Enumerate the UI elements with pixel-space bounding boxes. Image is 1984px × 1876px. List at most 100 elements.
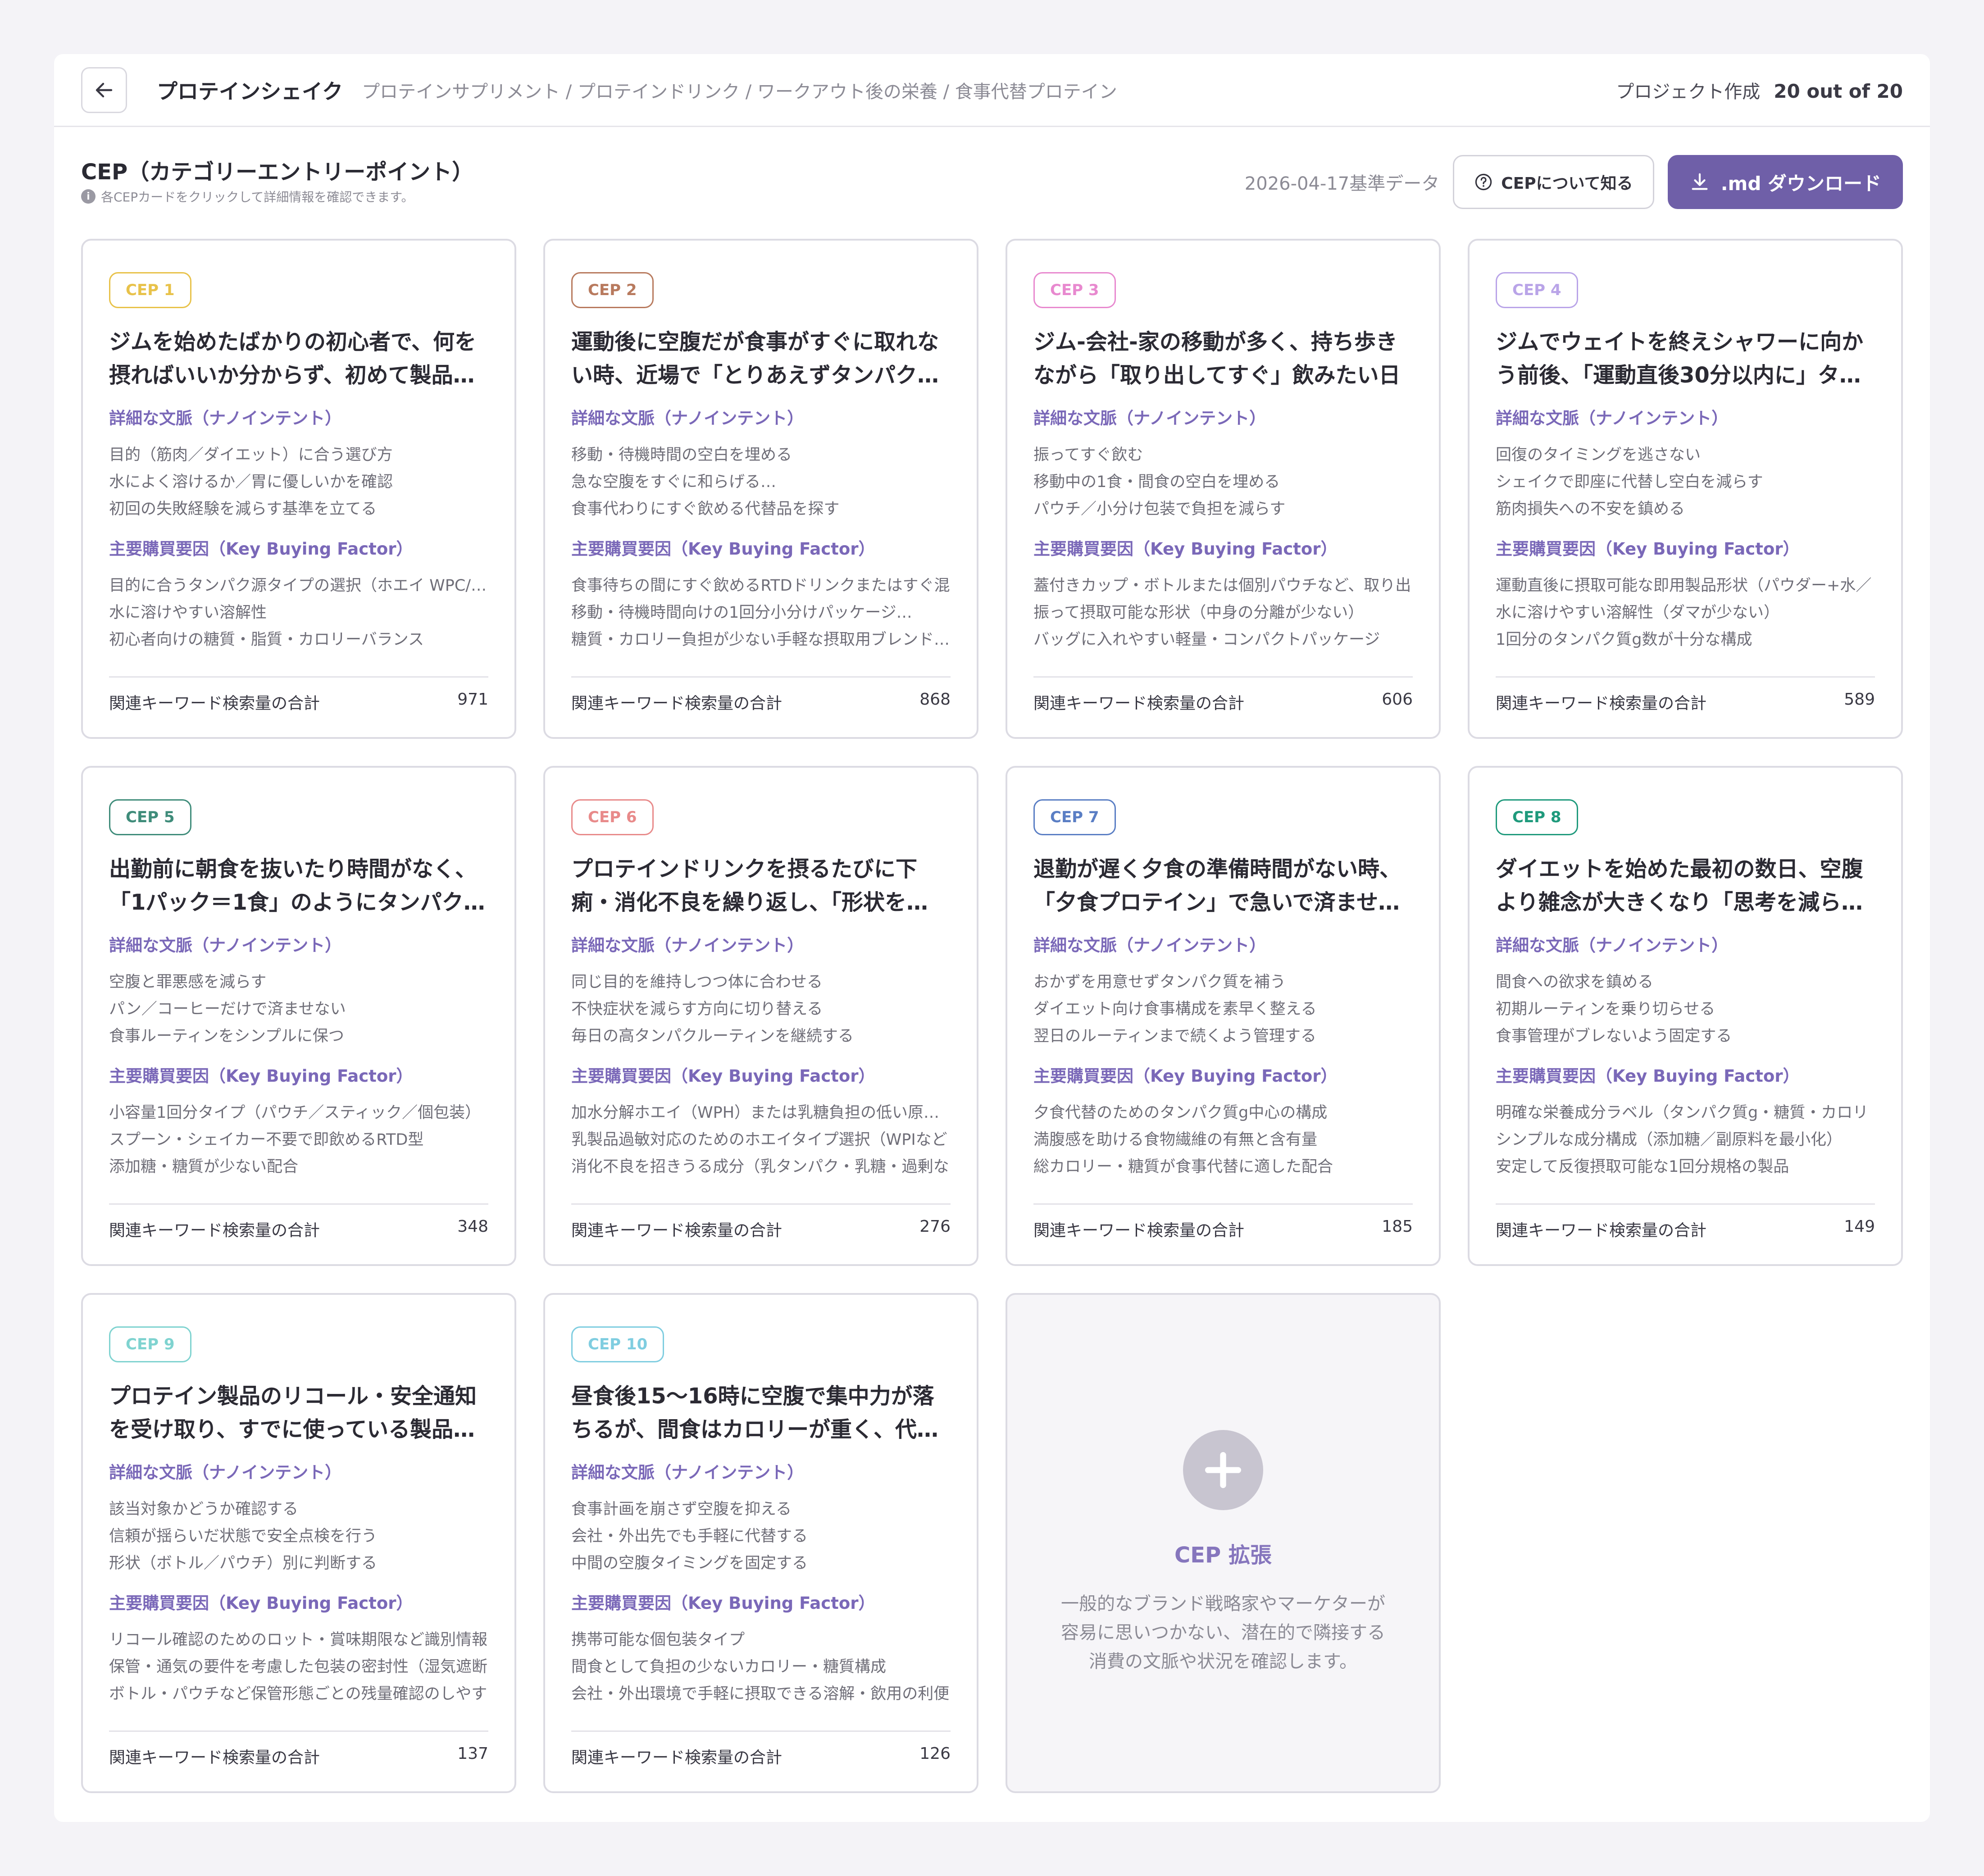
context-item: 空腹と罪悪感を減らす xyxy=(109,973,267,991)
context-item: 回復のタイミングを逃さない xyxy=(1496,446,1701,464)
search-volume-label: 関連キーワード検索量の合計 xyxy=(571,1749,783,1767)
cep-title: ダイエットを始めた最初の数日、空腹より雑念が大きくなり「思考を減ら… xyxy=(1496,856,1863,915)
cep-card-grid: CEP 1 ジムを始めたばかりの初心者で、何を摂ればいいか分からず、初めて製品… 詳… xyxy=(81,239,1903,1793)
search-volume-label: 関連キーワード検索量の合計 xyxy=(109,1749,320,1767)
cep-title: 昼食後15〜16時に空腹で集中力が落ちるが、間食はカロリーが重く、代わ… xyxy=(571,1384,934,1442)
search-volume-label: 関連キーワード検索量の合計 xyxy=(109,1221,320,1240)
project-quota: プロジェクト作成 20 out of 20 xyxy=(1616,77,1903,103)
context-label: 詳細な文脈（ナノインテント） xyxy=(571,936,804,955)
kbf-label: 主要購買要因（Key Buying Factor） xyxy=(1496,539,1800,559)
context-label: 詳細な文脈（ナノインテント） xyxy=(571,1463,804,1482)
context-label: 詳細な文脈（ナノインテント） xyxy=(109,1463,342,1482)
kbf-list: 蓋付きカップ・ボトルまたは個別パウチなど、取り出 振って摂取可能な形状（中身の分離… xyxy=(1033,572,1413,653)
search-volume-label: 関連キーワード検索量の合計 xyxy=(1033,694,1245,713)
cep-card[interactable]: CEP 1 ジムを始めたばかりの初心者で、何を摂ればいいか分からず、初めて製品… 詳… xyxy=(81,239,516,739)
search-volume-label: 関連キーワード検索量の合計 xyxy=(1496,1221,1707,1240)
context-item: パウチ／小分け包装で負担を減らす xyxy=(1033,500,1286,518)
context-item: 目的（筋肉／ダイエット）に合う選び方 xyxy=(109,446,393,464)
cep-card[interactable]: CEP 2 運動後に空腹だが食事がすぐに取れない時、近場で「とりあえずタンパク… 詳… xyxy=(543,239,978,739)
search-volume-row: 関連キーワード検索量の合計 276 xyxy=(571,1203,951,1241)
context-item: ダイエット向け食事構成を素早く整える xyxy=(1033,1000,1317,1018)
kbf-list: リコール確認のためのロット・賞味期限など識別情報 保管・通気の要件を考慮した包装の… xyxy=(109,1626,488,1708)
kbf-list: 加水分解ホエイ（WPH）または乳糖負担の低い原料タ 乳製品過敏対応のためのホエイタ… xyxy=(571,1099,951,1180)
context-item: 形状（ボトル／パウチ）別に判断する xyxy=(109,1554,378,1572)
kbf-label: 主要購買要因（Key Buying Factor） xyxy=(109,1594,413,1613)
context-item: 信頼が揺らいだ状態で安全点検を行う xyxy=(109,1527,378,1545)
cep-card[interactable]: CEP 9 プロテイン製品のリコール・安全通知を受け取り、すでに使っている製品… 詳… xyxy=(81,1293,516,1793)
search-volume-value: 589 xyxy=(1844,690,1875,709)
cep-expand-card[interactable]: CEP 拡張 一般的なブランド戦略家やマーケターが 容易に思いつかない、潜在的で… xyxy=(1006,1293,1441,1793)
search-volume-label: 関連キーワード検索量の合計 xyxy=(1496,694,1707,713)
kbf-item: 携帯可能な個包装タイプ xyxy=(571,1631,745,1649)
context-item: 移動中の1食・間食の空白を埋める xyxy=(1033,473,1280,491)
kbf-label: 主要購買要因（Key Buying Factor） xyxy=(109,1066,413,1086)
cep-badge: CEP 1 xyxy=(109,272,191,308)
kbf-list: 小容量1回分タイプ（パウチ／スティック／個包装） スプーン・シェイカー不要で即飲め… xyxy=(109,1099,488,1180)
project-label: プロジェクト作成 xyxy=(1616,81,1761,102)
context-item: 振ってすぐ飲む xyxy=(1033,446,1143,464)
back-button[interactable] xyxy=(81,67,127,113)
kbf-label: 主要購買要因（Key Buying Factor） xyxy=(1496,1066,1800,1086)
main-panel: プロテインシェイク プロテインサプリメント / プロテインドリンク / ワークア… xyxy=(54,54,1930,1822)
cep-card[interactable]: CEP 3 ジム-会社-家の移動が多く、持ち歩きながら「取り出してすぐ」飲みたい日… xyxy=(1006,239,1441,739)
kbf-list: 運動直後に摂取可能な即用製品形状（パウダー+水／ 水に溶けやすい溶解性（ダマが少な… xyxy=(1496,572,1875,653)
cep-card[interactable]: CEP 8 ダイエットを始めた最初の数日、空腹より雑念が大きくなり「思考を減ら… 詳… xyxy=(1468,766,1903,1266)
context-item: 間食への欲求を鎮める xyxy=(1496,973,1654,991)
search-volume-row: 関連キーワード検索量の合計 137 xyxy=(109,1730,488,1768)
search-volume-value: 126 xyxy=(919,1744,951,1763)
kbf-item: 振って摂取可能な形状（中身の分離が少ない） xyxy=(1033,604,1364,622)
search-volume-label: 関連キーワード検索量の合計 xyxy=(1033,1221,1245,1240)
kbf-item: 加水分解ホエイ（WPH）または乳糖負担の低い原料タ xyxy=(571,1104,951,1122)
context-item: 会社・外出先でも手軽に代替する xyxy=(571,1527,808,1545)
kbf-item: 小容量1回分タイプ（パウチ／スティック／個包装） xyxy=(109,1104,481,1122)
kbf-label: 主要購買要因（Key Buying Factor） xyxy=(1033,1066,1338,1086)
kbf-item: 食事待ちの間にすぐ飲めるRTDドリンクまたはすぐ混 xyxy=(571,577,950,595)
context-label: 詳細な文脈（ナノインテント） xyxy=(109,936,342,955)
search-volume-value: 149 xyxy=(1844,1217,1875,1236)
context-list: 目的（筋肉／ダイエット）に合う選び方 水によく溶けるか／胃に優しいかを確認 初回の失… xyxy=(109,442,488,523)
hint-text: 各CEPカードをクリックして詳細情報を確認できます。 xyxy=(101,190,414,205)
kbf-item: シンプルな成分構成（添加糖／副原料を最小化） xyxy=(1496,1131,1842,1149)
context-item: 急な空腹をすぐに和らげる… xyxy=(571,473,777,491)
kbf-item: ボトル・パウチなど保管形態ごとの残量確認のしやす xyxy=(109,1685,487,1703)
cep-card[interactable]: CEP 10 昼食後15〜16時に空腹で集中力が落ちるが、間食はカロリーが重く、代… xyxy=(543,1293,978,1793)
context-label: 詳細な文脈（ナノインテント） xyxy=(571,409,804,428)
kbf-item: 安定して反復摂取可能な1回分規格の製品 xyxy=(1496,1158,1789,1176)
kbf-item: 運動直後に摂取可能な即用製品形状（パウダー+水／ xyxy=(1496,577,1872,595)
kbf-item: 総カロリー・糖質が食事代替に適した配合 xyxy=(1033,1158,1333,1176)
about-cep-label: CEPについて知る xyxy=(1501,174,1633,193)
context-list: 該当対象かどうか確認する 信頼が揺らいだ状態で安全点検を行う 形状（ボトル／パウチ）… xyxy=(109,1496,488,1577)
cep-card[interactable]: CEP 4 ジムでウェイトを終えシャワーに向かう前後、「運動直後30分以内に」タ…… xyxy=(1468,239,1903,739)
cep-card[interactable]: CEP 6 プロテインドリンクを摂るたびに下痢・消化不良を繰り返し、「形状を… 詳細… xyxy=(543,766,978,1266)
context-list: 同じ目的を維持しつつ体に合わせる 不快症状を減らす方向に切り替える 毎日の高タンパク… xyxy=(571,969,951,1050)
context-item: 水によく溶けるか／胃に優しいかを確認 xyxy=(109,473,393,491)
category-breadcrumb: プロテインサプリメント / プロテインドリンク / ワークアウト後の栄養 / 食… xyxy=(362,81,1117,102)
context-item: パン／コーヒーだけで済ませない xyxy=(109,1000,346,1018)
md-download-button[interactable]: .md ダウンロード xyxy=(1667,155,1903,209)
project-count: 20 out of 20 xyxy=(1774,80,1903,102)
kbf-item: リコール確認のためのロット・賞味期限など識別情報 xyxy=(109,1631,488,1649)
context-list: 移動・待機時間の空白を埋める 急な空腹をすぐに和らげる… 食事代わりにすぐ飲める代替… xyxy=(571,442,951,523)
kbf-item: スプーン・シェイカー不要で即飲めるRTD型 xyxy=(109,1131,424,1149)
context-label: 詳細な文脈（ナノインテント） xyxy=(1033,936,1266,955)
context-label: 詳細な文脈（ナノインテント） xyxy=(1033,409,1266,428)
kbf-item: 水に溶けやすい溶解性（ダマが少ない） xyxy=(1496,604,1780,622)
context-label: 詳細な文脈（ナノインテント） xyxy=(1496,936,1729,955)
about-cep-button[interactable]: CEPについて知る xyxy=(1453,155,1654,209)
cep-card[interactable]: CEP 7 退勤が遅く夕食の準備時間がない時、「夕食プロテイン」で急いで済ませ… 詳… xyxy=(1006,766,1441,1266)
info-icon: i xyxy=(81,189,96,204)
kbf-item: バッグに入れやすい軽量・コンパクトパッケージ xyxy=(1033,631,1380,649)
cep-badge: CEP 6 xyxy=(571,799,654,835)
search-volume-value: 276 xyxy=(919,1217,951,1236)
search-volume-label: 関連キーワード検索量の合計 xyxy=(571,694,783,713)
cep-card[interactable]: CEP 5 出勤前に朝食を抜いたり時間がなく、「1パック＝1食」のようにタンパク…… xyxy=(81,766,516,1266)
context-list: おかずを用意せずタンパク質を補う ダイエット向け食事構成を素早く整える 翌日のルーテ… xyxy=(1033,969,1413,1050)
data-date: 2026-04-17基準データ xyxy=(1244,173,1440,194)
section-hint: i 各CEPカードをクリックして詳細情報を確認できます。 xyxy=(81,187,414,205)
top-bar: プロテインシェイク プロテインサプリメント / プロテインドリンク / ワークア… xyxy=(54,54,1930,127)
search-volume-label: 関連キーワード検索量の合計 xyxy=(109,694,320,713)
search-volume-value: 185 xyxy=(1382,1217,1413,1236)
search-volume-value: 348 xyxy=(457,1217,488,1236)
context-label: 詳細な文脈（ナノインテント） xyxy=(109,409,342,428)
context-item: 食事代わりにすぐ飲める代替品を探す xyxy=(571,500,840,518)
